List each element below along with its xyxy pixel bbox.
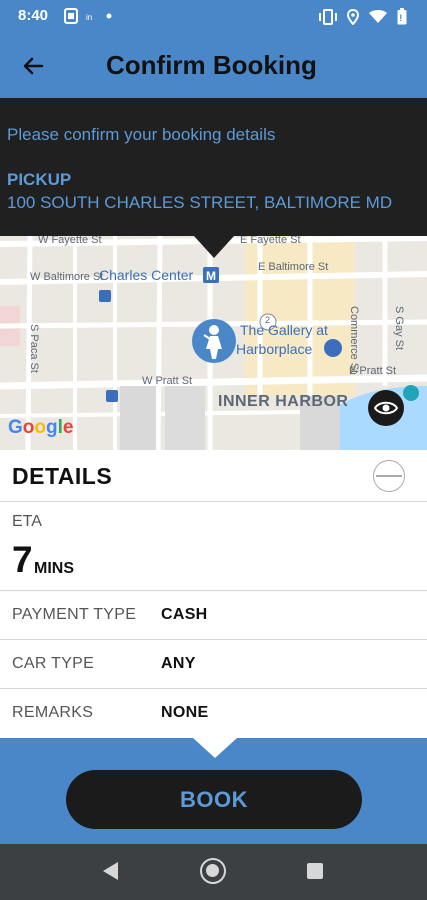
svg-text:!: ! xyxy=(399,13,402,23)
map-label-e-fayette: E Fayette St xyxy=(240,236,301,246)
status-time: 8:40 xyxy=(18,7,49,24)
eye-button[interactable] xyxy=(368,390,404,426)
detail-row-payment: PAYMENT TYPE CASH xyxy=(0,591,427,640)
map-route-number: 2 xyxy=(265,315,271,325)
book-button[interactable]: BOOK xyxy=(66,770,362,829)
map-label-w-fayette: W Fayette St xyxy=(38,236,102,246)
info-panel-pointer xyxy=(194,236,234,258)
svg-text:in: in xyxy=(86,13,92,21)
system-nav-bar xyxy=(0,844,427,900)
map-label-s-gay: S Gay St xyxy=(393,306,405,351)
wifi-icon xyxy=(369,9,387,23)
google-logo: Google xyxy=(8,417,74,438)
map-label-w-pratt: W Pratt St xyxy=(142,375,193,387)
map-label-w-baltimore: W Baltimore St xyxy=(30,271,104,283)
map-label-charles-center: Charles Center xyxy=(99,267,194,283)
detail-row-car-type: CAR TYPE ANY xyxy=(0,640,427,689)
remarks-value: NONE xyxy=(161,704,209,721)
detail-row-remarks: REMARKS NONE xyxy=(0,689,427,738)
car-type-value: ANY xyxy=(161,655,196,672)
map-label-e-baltimore: E Baltimore St xyxy=(258,261,329,273)
notification-icon xyxy=(64,8,78,24)
nav-home-icon[interactable] xyxy=(200,858,226,884)
back-button[interactable] xyxy=(18,52,50,80)
collapse-icon[interactable] xyxy=(373,460,405,492)
arrow-left-icon xyxy=(23,57,44,75)
map-label-gallery-line1: The Gallery at xyxy=(240,322,328,338)
eta-label: ETA xyxy=(12,513,42,530)
vibrate-icon xyxy=(319,8,337,25)
battery-icon: ! xyxy=(397,8,407,25)
payment-type-label: PAYMENT TYPE xyxy=(12,606,137,623)
eye-icon xyxy=(373,401,399,415)
nav-recents-icon[interactable] xyxy=(307,863,323,879)
details-pointer xyxy=(193,738,237,758)
status-left-icons: in xyxy=(64,8,112,24)
map-view[interactable]: M W Fayette St E Fayette St W Baltimore … xyxy=(0,236,427,450)
details-panel: DETAILS ETA 7 MINS PAYMENT TYPE CASH CAR… xyxy=(0,450,427,738)
details-title: DETAILS xyxy=(12,463,113,489)
eta-block: ETA 7 MINS xyxy=(0,503,427,591)
pickup-address: 100 SOUTH CHARLES STREET, BALTIMORE MD xyxy=(7,193,393,212)
map-label-commerce: Commerce St xyxy=(348,306,360,374)
app-bar: Confirm Booking xyxy=(0,34,427,98)
map-label-inner-harbor: INNER HARBOR xyxy=(218,393,349,410)
svg-text:M: M xyxy=(206,269,216,283)
details-header: DETAILS xyxy=(0,450,427,502)
person-marker-icon[interactable] xyxy=(192,319,236,363)
status-right-icons: ! xyxy=(319,8,407,25)
payment-type-value: CASH xyxy=(161,606,208,623)
page-title: Confirm Booking xyxy=(106,50,317,80)
map-label-s-paca: S Paca St xyxy=(28,324,40,373)
eta-value: 7 xyxy=(12,539,33,580)
booking-info-panel: Please confirm your booking details PICK… xyxy=(0,98,427,236)
nav-back-icon[interactable] xyxy=(100,860,120,882)
eta-unit: MINS xyxy=(34,560,74,577)
dot-icon xyxy=(106,13,112,19)
app-icon: in xyxy=(86,13,92,21)
status-bar: 8:40 in ! xyxy=(0,0,427,34)
confirm-instruction: Please confirm your booking details xyxy=(7,125,276,144)
location-icon xyxy=(347,8,359,25)
pickup-label: PICKUP xyxy=(7,170,72,189)
map-label-gallery-line2: Harborplace xyxy=(236,341,313,357)
remarks-label: REMARKS xyxy=(12,704,94,721)
car-type-label: CAR TYPE xyxy=(12,655,95,672)
